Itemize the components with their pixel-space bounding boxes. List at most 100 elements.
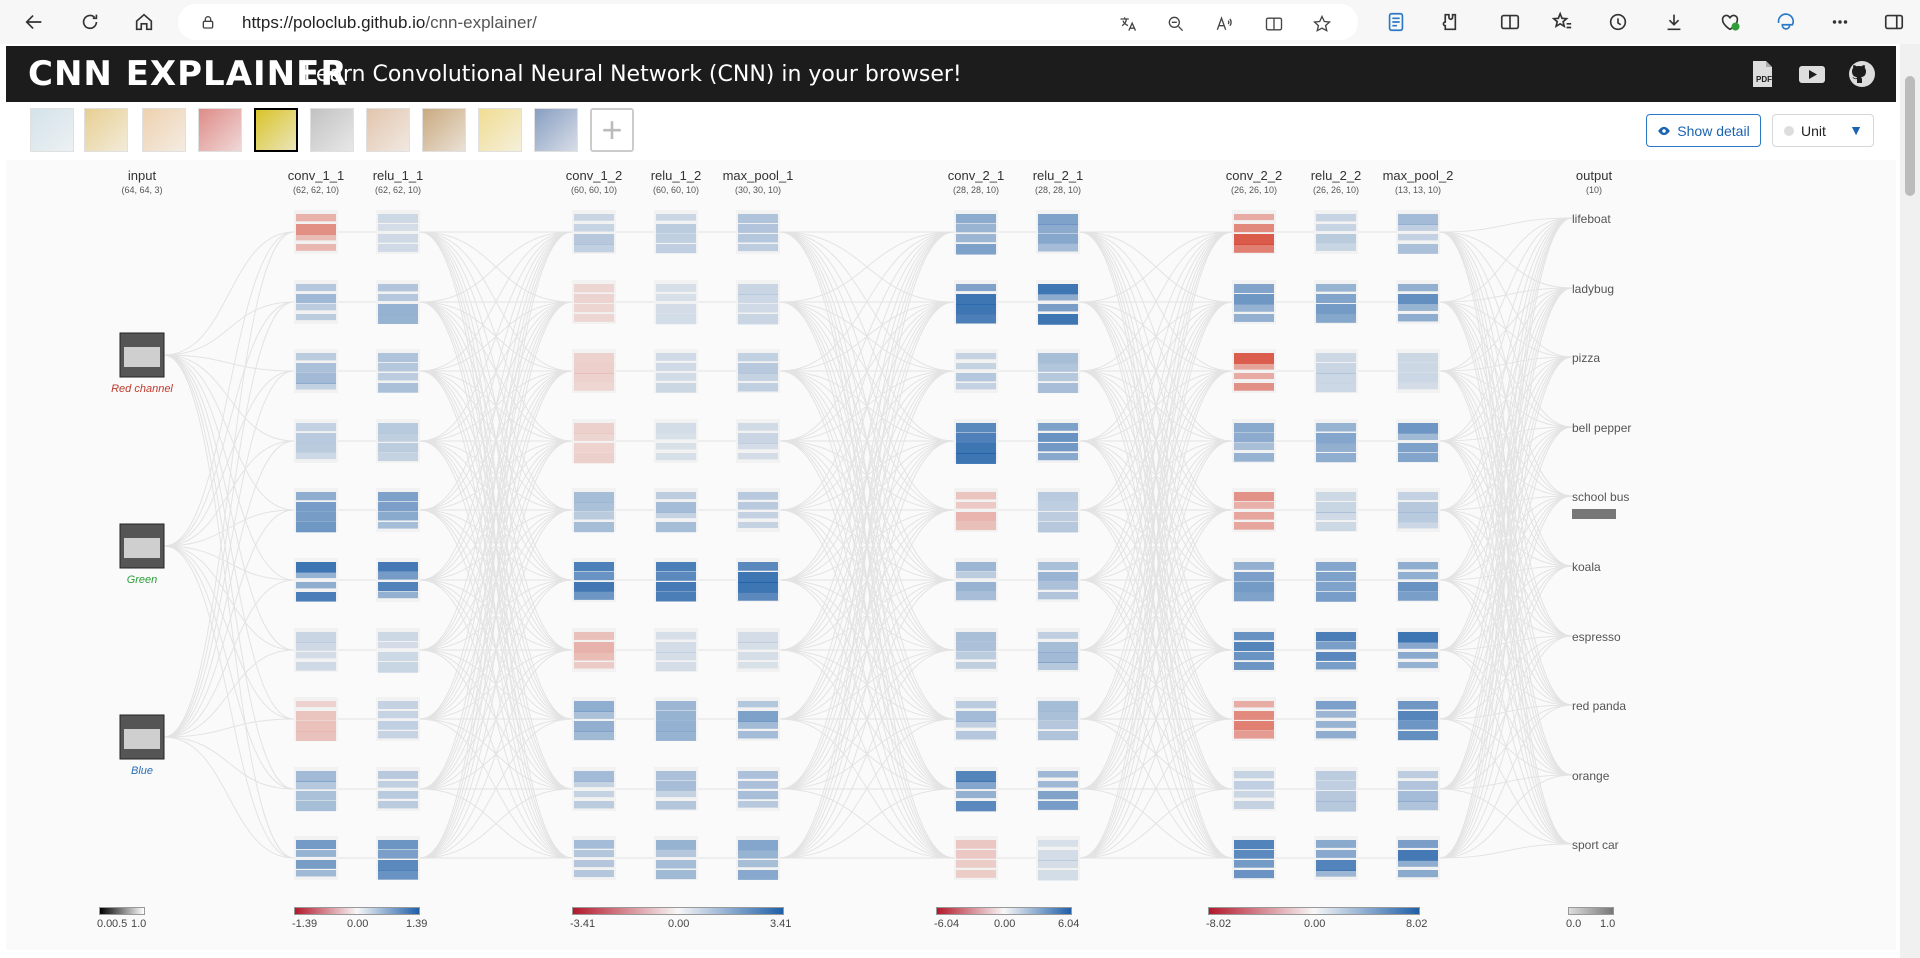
image-thumb-orange[interactable] [478,108,522,152]
output-probability-bar[interactable] [1572,509,1616,519]
zoom-out-icon[interactable] [1164,12,1188,36]
feature-map-pattern [296,662,336,671]
output-class-label[interactable]: espresso [1572,630,1621,644]
feature-map-pattern [1316,314,1356,323]
feature-map-pattern [1038,721,1078,730]
download-icon[interactable] [1658,6,1690,38]
feature-map-pattern [1398,492,1438,501]
feature-map-pattern [1398,632,1438,643]
output-class-label[interactable]: ladybug [1572,282,1614,296]
connection-edge [779,509,955,859]
feature-map-pattern [656,642,696,653]
image-thumb-school-bus[interactable] [254,108,298,152]
video-icon[interactable] [1796,58,1828,90]
feature-map-pattern [1398,214,1438,225]
edge-icon[interactable] [1770,6,1802,38]
output-class-label[interactable]: red panda [1572,699,1626,713]
layer-name-relu_2_1[interactable]: relu_2_1 [998,168,1118,183]
feature-map-pattern [1038,840,1078,847]
extensions-icon[interactable] [1432,6,1464,38]
feature-map-pattern [574,850,614,858]
url-text: https://poloclub.github.io/cnn-explainer… [242,13,537,32]
feature-map-pattern [956,771,996,782]
add-image-button[interactable]: + [590,108,634,152]
translate-icon[interactable] [1116,12,1140,36]
feature-map-pattern [296,512,336,522]
feature-map-pattern [1398,522,1438,529]
image-thumb-espresso[interactable] [366,108,410,152]
image-thumb-red-panda[interactable] [422,108,466,152]
feature-map-pattern [656,284,696,292]
show-detail-button[interactable]: Show detail [1646,114,1761,147]
more-icon[interactable] [1824,6,1856,38]
feature-map-pattern [378,423,418,434]
browser-essentials-icon[interactable] [1714,6,1746,38]
feature-map-pattern [574,244,614,253]
layer-name-relu_1_1[interactable]: relu_1_1 [338,168,458,183]
feature-map-pattern [1038,642,1078,653]
feature-map-pattern [1316,850,1356,858]
image-thumb-bell-pepper[interactable] [198,108,242,152]
feature-map-pattern [378,771,418,779]
home-icon[interactable] [128,6,160,38]
pdf-paper-icon[interactable]: PDF [1746,58,1778,90]
history-icon[interactable] [1602,6,1634,38]
layer-name-input[interactable]: input [82,168,202,183]
feature-map-pattern [1234,443,1274,451]
favorites-icon[interactable] [1546,6,1578,38]
reader-view-icon[interactable] [1262,12,1286,36]
feature-map-pattern [738,771,778,779]
layer-name-output[interactable]: output [1534,168,1654,183]
layer-name-max_pool_2[interactable]: max_pool_2 [1358,168,1478,183]
output-class-label[interactable]: sport car [1572,838,1619,852]
scrollbar-thumb[interactable] [1905,76,1915,196]
feature-map-pattern [1234,572,1274,582]
refresh-icon[interactable] [74,6,106,38]
feature-map-pattern [1038,304,1078,312]
feature-map-pattern [1038,781,1078,788]
output-class-label[interactable]: koala [1572,560,1601,574]
feature-map-pattern [1398,731,1438,741]
feature-map-pattern [378,234,418,243]
sidebar-toggle-icon[interactable] [1878,6,1910,38]
image-thumb-pizza[interactable] [142,108,186,152]
address-bar[interactable]: https://poloclub.github.io/cnn-explainer… [178,4,1358,40]
output-class-label[interactable]: pizza [1572,351,1600,365]
feature-map-pattern [296,870,336,877]
split-screen-icon[interactable] [1494,6,1526,38]
document-icon[interactable] [1380,6,1412,38]
scale-select[interactable]: Unit ▼ [1772,114,1874,147]
image-thumb-lifeboat[interactable] [30,108,74,152]
feature-map-pattern [1038,731,1078,741]
image-thumb-ladybug[interactable] [84,108,128,152]
image-thumb-sport-car[interactable] [534,108,578,152]
image-thumb-koala[interactable] [310,108,354,152]
output-class-label[interactable]: orange [1572,769,1609,783]
back-icon[interactable] [18,6,50,38]
feature-map-pattern [656,224,696,234]
feature-map-pattern [1234,284,1274,294]
page-scrollbar[interactable] [1900,44,1920,958]
output-class-label[interactable]: bell pepper [1572,421,1631,435]
connection-edge [1079,649,1233,859]
feature-map-pattern [656,433,696,440]
feature-map-pattern [956,701,996,709]
legend-tick-label: 0.00 [347,918,369,930]
feature-map-pattern [656,234,696,243]
read-aloud-icon[interactable] [1212,12,1236,36]
feature-map-pattern [1316,701,1356,710]
github-icon[interactable] [1846,58,1878,90]
feature-map-pattern [956,791,996,799]
feature-map-pattern [378,294,418,302]
feature-map-pattern [296,592,336,602]
output-class-label[interactable]: lifeboat [1572,212,1611,226]
feature-map-pattern [956,284,996,292]
feature-map-pattern [1316,870,1356,877]
feature-map-pattern [378,522,418,529]
layer-name-max_pool_1[interactable]: max_pool_1 [698,168,818,183]
favorite-star-icon[interactable] [1310,12,1334,36]
feature-map-pattern [1316,632,1356,642]
app-subtitle: Learn Convolutional Neural Network (CNN)… [304,62,962,87]
output-class-label[interactable]: school bus [1572,490,1629,504]
feature-map-pattern [738,801,778,808]
